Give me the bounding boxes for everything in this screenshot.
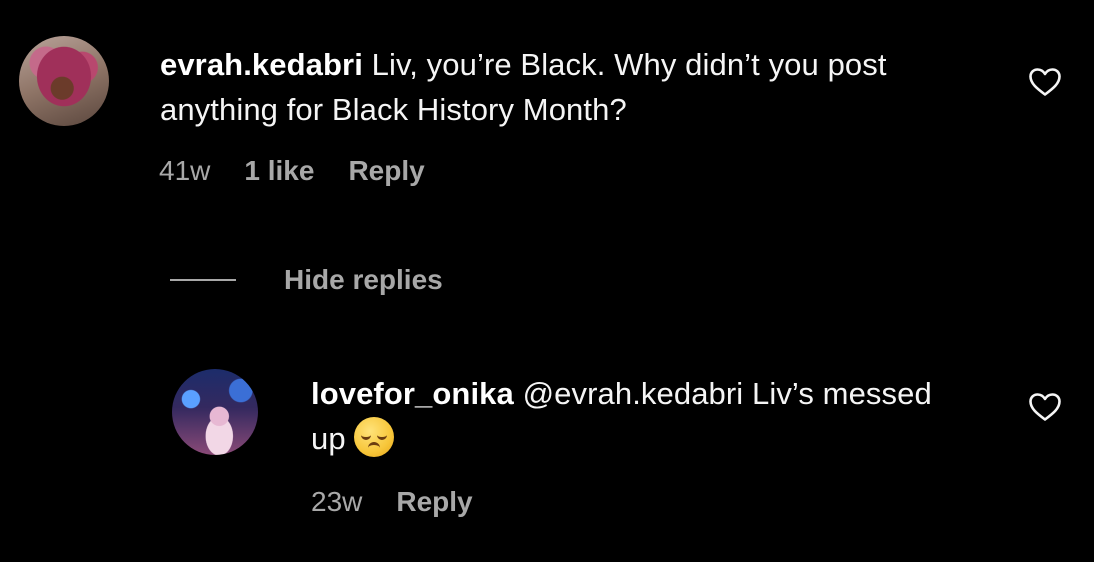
reply-button[interactable]: Reply <box>348 155 424 187</box>
comment-item: evrah.kedabri Liv, you’re Black. Why did… <box>19 36 1094 187</box>
reply-item: lovefor_onika @evrah.kedabri Liv’s messe… <box>172 369 1094 518</box>
comment-like-count[interactable]: 1 like <box>244 155 314 187</box>
comment-meta: 41w 1 like Reply <box>159 155 1094 187</box>
user-avatar[interactable] <box>19 36 109 126</box>
comment-timestamp[interactable]: 41w <box>159 155 210 187</box>
reply-username[interactable]: lovefor_onika <box>311 376 514 411</box>
comment-username[interactable]: evrah.kedabri <box>160 47 363 82</box>
hide-replies-label: Hide replies <box>284 264 443 295</box>
reply-text: lovefor_onika @evrah.kedabri Liv’s messe… <box>311 371 971 461</box>
reply-body: lovefor_onika @evrah.kedabri Liv’s messe… <box>311 369 1094 518</box>
comment-text: evrah.kedabri Liv, you’re Black. Why did… <box>160 42 980 132</box>
reply-timestamp[interactable]: 23w <box>311 486 362 518</box>
heart-outline-icon[interactable] <box>1028 392 1062 422</box>
reply-meta: 23w Reply <box>311 486 1094 518</box>
pensive-face-emoji-icon <box>353 417 394 457</box>
replies-divider <box>170 279 236 281</box>
user-avatar[interactable] <box>172 369 258 455</box>
hide-replies-button[interactable]: Hide replies <box>170 264 443 296</box>
comment-body: evrah.kedabri Liv, you’re Black. Why did… <box>159 36 1094 187</box>
reply-button[interactable]: Reply <box>396 486 472 518</box>
heart-outline-icon[interactable] <box>1028 67 1062 97</box>
